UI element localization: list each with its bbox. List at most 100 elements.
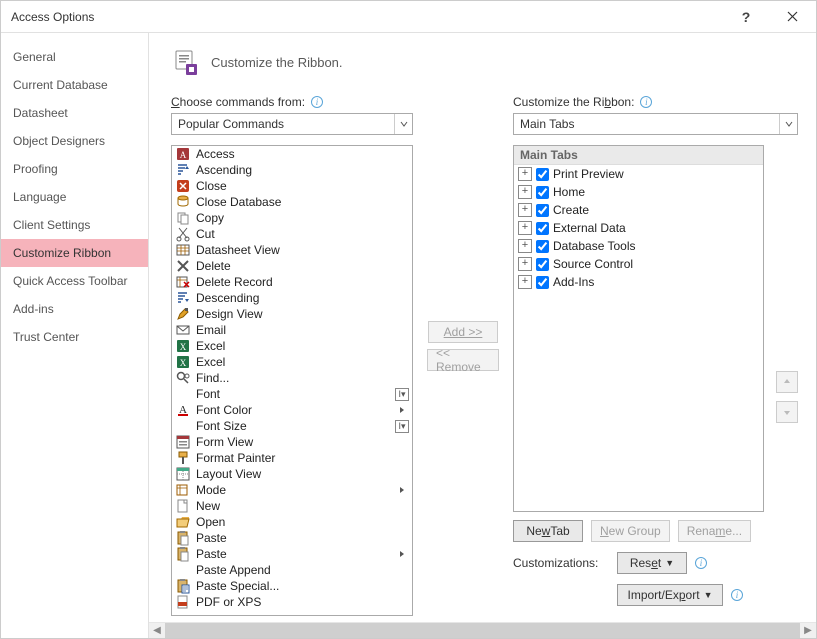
command-item[interactable]: XExcel xyxy=(172,338,412,354)
expand-icon[interactable]: + xyxy=(518,167,532,181)
tab-checkbox[interactable] xyxy=(536,168,549,181)
command-label: Ascending xyxy=(196,163,252,177)
command-item[interactable]: Delete Record xyxy=(172,274,412,290)
tab-checkbox[interactable] xyxy=(536,222,549,235)
sidebar-item-trust-center[interactable]: Trust Center xyxy=(1,323,148,351)
command-item[interactable]: Paste xyxy=(172,530,412,546)
tab-checkbox[interactable] xyxy=(536,240,549,253)
tab-checkbox[interactable] xyxy=(536,204,549,217)
tree-item[interactable]: + External Data xyxy=(514,219,763,237)
command-item[interactable]: Descending xyxy=(172,290,412,306)
command-item[interactable]: Mode xyxy=(172,482,412,498)
expand-icon[interactable]: + xyxy=(518,239,532,253)
command-item[interactable]: New xyxy=(172,498,412,514)
choose-commands-combo[interactable]: Popular Commands xyxy=(171,113,413,135)
command-item[interactable]: Format Painter xyxy=(172,450,412,466)
tree-item[interactable]: + Database Tools xyxy=(514,237,763,255)
submenu-indicator-icon: I▾ xyxy=(394,386,410,402)
close-button[interactable] xyxy=(774,3,810,31)
scroll-right-icon[interactable]: ▶ xyxy=(800,623,816,639)
command-item[interactable]: Copy xyxy=(172,210,412,226)
svg-text:A: A xyxy=(180,150,187,160)
sidebar-item-customize-ribbon[interactable]: Customize Ribbon xyxy=(1,239,148,267)
sidebar-item-general[interactable]: General xyxy=(1,43,148,71)
sidebar-item-quick-access-toolbar[interactable]: Quick Access Toolbar xyxy=(1,267,148,295)
info-icon[interactable]: i xyxy=(311,96,323,108)
new-tab-button[interactable]: New Tab xyxy=(513,520,583,542)
tree-item[interactable]: +Create xyxy=(514,201,763,219)
reset-button[interactable]: Reset ▼ xyxy=(617,552,687,574)
scroll-left-icon[interactable]: ◀ xyxy=(149,623,165,639)
tree-item[interactable]: +Source Control xyxy=(514,255,763,273)
command-item[interactable]: PDF or XPS xyxy=(172,594,412,610)
expand-icon[interactable]: + xyxy=(518,257,532,271)
command-label: Font Size xyxy=(196,419,247,433)
delete-record-icon xyxy=(174,274,192,290)
expand-icon[interactable]: + xyxy=(518,185,532,199)
open-icon xyxy=(174,514,192,530)
sidebar-item-add-ins[interactable]: Add-ins xyxy=(1,295,148,323)
info-icon[interactable]: i xyxy=(640,96,652,108)
horizontal-scrollbar[interactable]: ◀ ▶ xyxy=(149,622,816,638)
import-export-button[interactable]: Import/Export ▼ xyxy=(617,584,723,606)
command-item[interactable]: Layout View xyxy=(172,466,412,482)
sidebar-item-object-designers[interactable]: Object Designers xyxy=(1,127,148,155)
command-item[interactable]: AAccess xyxy=(172,146,412,162)
expand-icon[interactable]: + xyxy=(518,275,532,289)
tab-checkbox[interactable] xyxy=(536,258,549,271)
tree-item[interactable]: +Add-Ins xyxy=(514,273,763,291)
command-item[interactable]: Open xyxy=(172,514,412,530)
tree-item[interactable]: +Print Preview xyxy=(514,165,763,183)
tab-checkbox[interactable] xyxy=(536,186,549,199)
commands-listbox[interactable]: AAccessAscendingCloseClose DatabaseCopyC… xyxy=(171,145,413,616)
command-item[interactable]: Email xyxy=(172,322,412,338)
move-up-button[interactable] xyxy=(776,371,798,393)
sidebar-item-current-database[interactable]: Current Database xyxy=(1,71,148,99)
command-item[interactable]: Close xyxy=(172,178,412,194)
command-item[interactable]: Delete xyxy=(172,258,412,274)
command-item[interactable]: Find... xyxy=(172,370,412,386)
command-item[interactable]: Paste xyxy=(172,546,412,562)
move-down-button[interactable] xyxy=(776,401,798,423)
command-item[interactable]: Design View xyxy=(172,306,412,322)
command-label: Delete xyxy=(196,259,231,273)
sidebar-item-language[interactable]: Language xyxy=(1,183,148,211)
form-view-icon xyxy=(174,434,192,450)
tree-item[interactable]: +Home xyxy=(514,183,763,201)
page-heading: Customize the Ribbon. xyxy=(171,47,798,77)
expand-icon[interactable]: + xyxy=(518,203,532,217)
info-icon[interactable]: i xyxy=(695,557,707,569)
expand-icon[interactable]: + xyxy=(518,221,532,235)
command-item[interactable]: Paste Append xyxy=(172,562,412,578)
blank-icon xyxy=(174,418,192,434)
tab-label: External Data xyxy=(553,221,626,235)
remove-button[interactable]: << Remove xyxy=(427,349,499,371)
command-item[interactable]: XExcel xyxy=(172,354,412,370)
command-item[interactable]: Cut xyxy=(172,226,412,242)
command-item[interactable]: Ascending xyxy=(172,162,412,178)
new-group-button[interactable]: New Group xyxy=(591,520,670,542)
command-item[interactable]: Datasheet View xyxy=(172,242,412,258)
find-icon xyxy=(174,370,192,386)
command-label: Open xyxy=(196,515,225,529)
ribbon-tabs-tree[interactable]: Main Tabs +Print Preview+Home+Create+Ext… xyxy=(513,145,764,512)
rename-button[interactable]: Rename... xyxy=(678,520,751,542)
pdf-icon xyxy=(174,594,192,610)
tab-checkbox[interactable] xyxy=(536,276,549,289)
command-item[interactable]: Close Database xyxy=(172,194,412,210)
design-view-icon xyxy=(174,306,192,322)
command-item[interactable]: FontI▾ xyxy=(172,386,412,402)
command-item[interactable]: Font SizeI▾ xyxy=(172,418,412,434)
sidebar-item-datasheet[interactable]: Datasheet xyxy=(1,99,148,127)
sidebar-item-client-settings[interactable]: Client Settings xyxy=(1,211,148,239)
command-item[interactable]: Paste Special... xyxy=(172,578,412,594)
command-item[interactable]: AFont Color xyxy=(172,402,412,418)
help-button[interactable]: ? xyxy=(728,3,764,31)
sidebar-item-proofing[interactable]: Proofing xyxy=(1,155,148,183)
add-button[interactable]: Add >> xyxy=(428,321,498,343)
command-item[interactable]: Form View xyxy=(172,434,412,450)
sort-desc-icon xyxy=(174,290,192,306)
customize-ribbon-combo[interactable]: Main Tabs xyxy=(513,113,798,135)
tab-label: Database Tools xyxy=(553,239,636,253)
info-icon[interactable]: i xyxy=(731,589,743,601)
